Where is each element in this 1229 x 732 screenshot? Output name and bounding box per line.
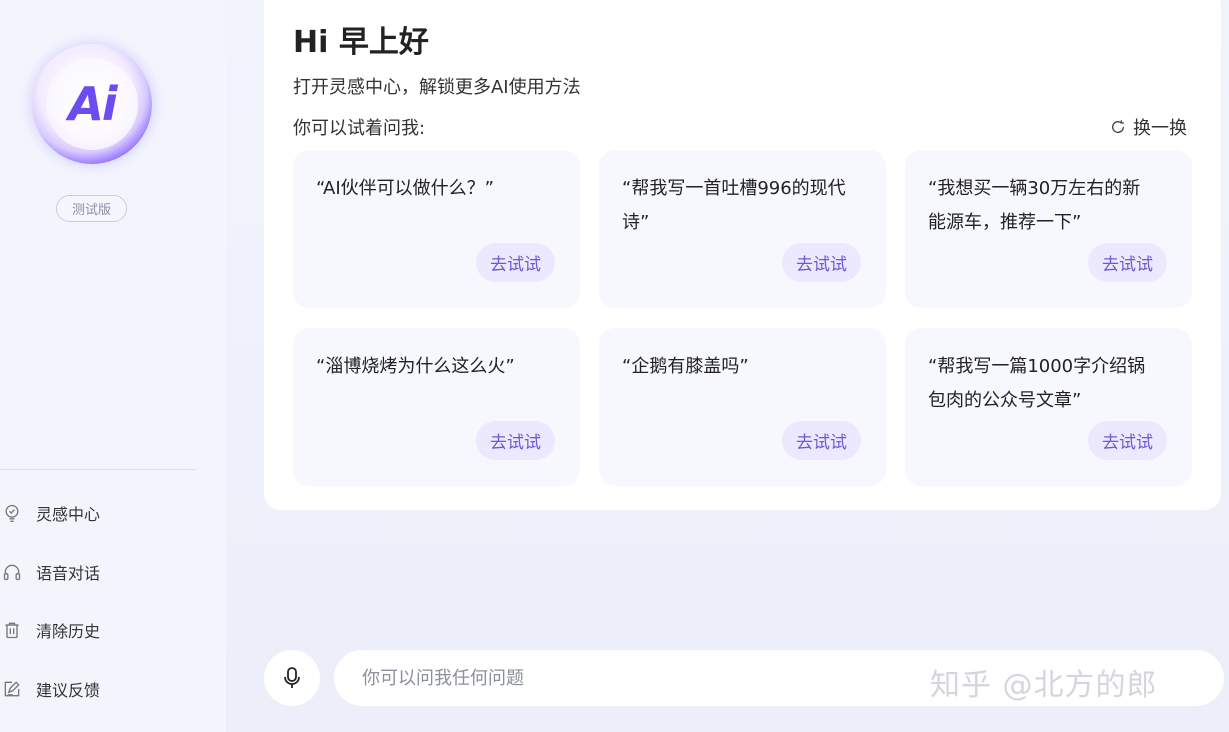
- sidebar-item-voice-chat[interactable]: 语音对话: [0, 553, 220, 591]
- sidebar-item-label: 清除历史: [36, 622, 101, 641]
- feedback-edit-icon: [1, 678, 23, 700]
- question-card[interactable]: “淄博烧烤为什么这么火” 去试试: [293, 328, 580, 486]
- try-button[interactable]: 去试试: [1088, 243, 1167, 282]
- sidebar-item-label: 建议反馈: [36, 680, 101, 700]
- prompt-label: 你可以试着问我:: [293, 118, 426, 139]
- question-text: “我想买一辆30万左右的新能源车，推荐一下”: [928, 178, 1141, 233]
- lightbulb-icon: [1, 502, 23, 524]
- watermark: 知乎 @北方的郎: [930, 668, 1158, 703]
- greeting-title: Hi 早上好: [293, 25, 429, 60]
- question-card[interactable]: “帮我写一首吐槽996的现代诗” 去试试: [599, 150, 886, 308]
- inspiration-panel: Hi 早上好 打开灵感中心，解锁更多AI使用方法 你可以试着问我: 换一换 “A…: [264, 0, 1221, 510]
- question-text: “淄博烧烤为什么这么火”: [316, 356, 515, 377]
- trash-icon: [1, 619, 23, 641]
- question-card[interactable]: “我想买一辆30万左右的新能源车，推荐一下” 去试试: [905, 150, 1192, 308]
- question-card[interactable]: “AI伙伴可以做什么？” 去试试: [293, 150, 580, 308]
- refresh-label: 换一换: [1133, 118, 1187, 139]
- subtitle: 打开灵感中心，解锁更多AI使用方法: [293, 77, 581, 98]
- question-text: “企鹅有膝盖吗”: [622, 356, 749, 377]
- try-button[interactable]: 去试试: [476, 243, 555, 282]
- microphone-icon: [284, 667, 300, 688]
- sidebar-item-feedback[interactable]: 建议反馈: [0, 670, 220, 708]
- refresh-button[interactable]: 换一换: [1110, 114, 1187, 140]
- chat-input[interactable]: [362, 650, 922, 706]
- sidebar-item-inspiration[interactable]: 灵感中心: [0, 494, 220, 532]
- voice-input-button[interactable]: [264, 650, 320, 706]
- sidebar-item-clear-history[interactable]: 清除历史: [0, 611, 220, 649]
- try-button[interactable]: 去试试: [782, 243, 861, 282]
- sidebar-item-label: 灵感中心: [36, 505, 101, 524]
- sidebar-item-label: 语音对话: [36, 563, 101, 583]
- sidebar-divider: [0, 469, 197, 470]
- try-button[interactable]: 去试试: [782, 421, 861, 460]
- try-button[interactable]: 去试试: [476, 421, 555, 460]
- logo-text: Ai: [68, 77, 117, 131]
- try-button[interactable]: 去试试: [1088, 421, 1167, 460]
- sidebar-menu: 灵感中心 语音对话 清除历史 建议反馈: [0, 494, 220, 728]
- headphones-icon: [1, 561, 23, 583]
- ai-logo: Ai: [32, 44, 152, 164]
- question-text: “帮我写一篇1000字介绍锅包肉的公众号文章”: [928, 356, 1146, 411]
- sidebar: Ai 测试版 灵感中心 语音对话 清除历史 建议反馈: [0, 0, 226, 732]
- question-card[interactable]: “帮我写一篇1000字介绍锅包肉的公众号文章” 去试试: [905, 328, 1192, 486]
- question-text: “帮我写一首吐槽996的现代诗”: [622, 178, 846, 233]
- question-card[interactable]: “企鹅有膝盖吗” 去试试: [599, 328, 886, 486]
- question-text: “AI伙伴可以做什么？”: [316, 178, 494, 199]
- refresh-icon: [1112, 120, 1125, 133]
- version-badge: 测试版: [56, 195, 127, 222]
